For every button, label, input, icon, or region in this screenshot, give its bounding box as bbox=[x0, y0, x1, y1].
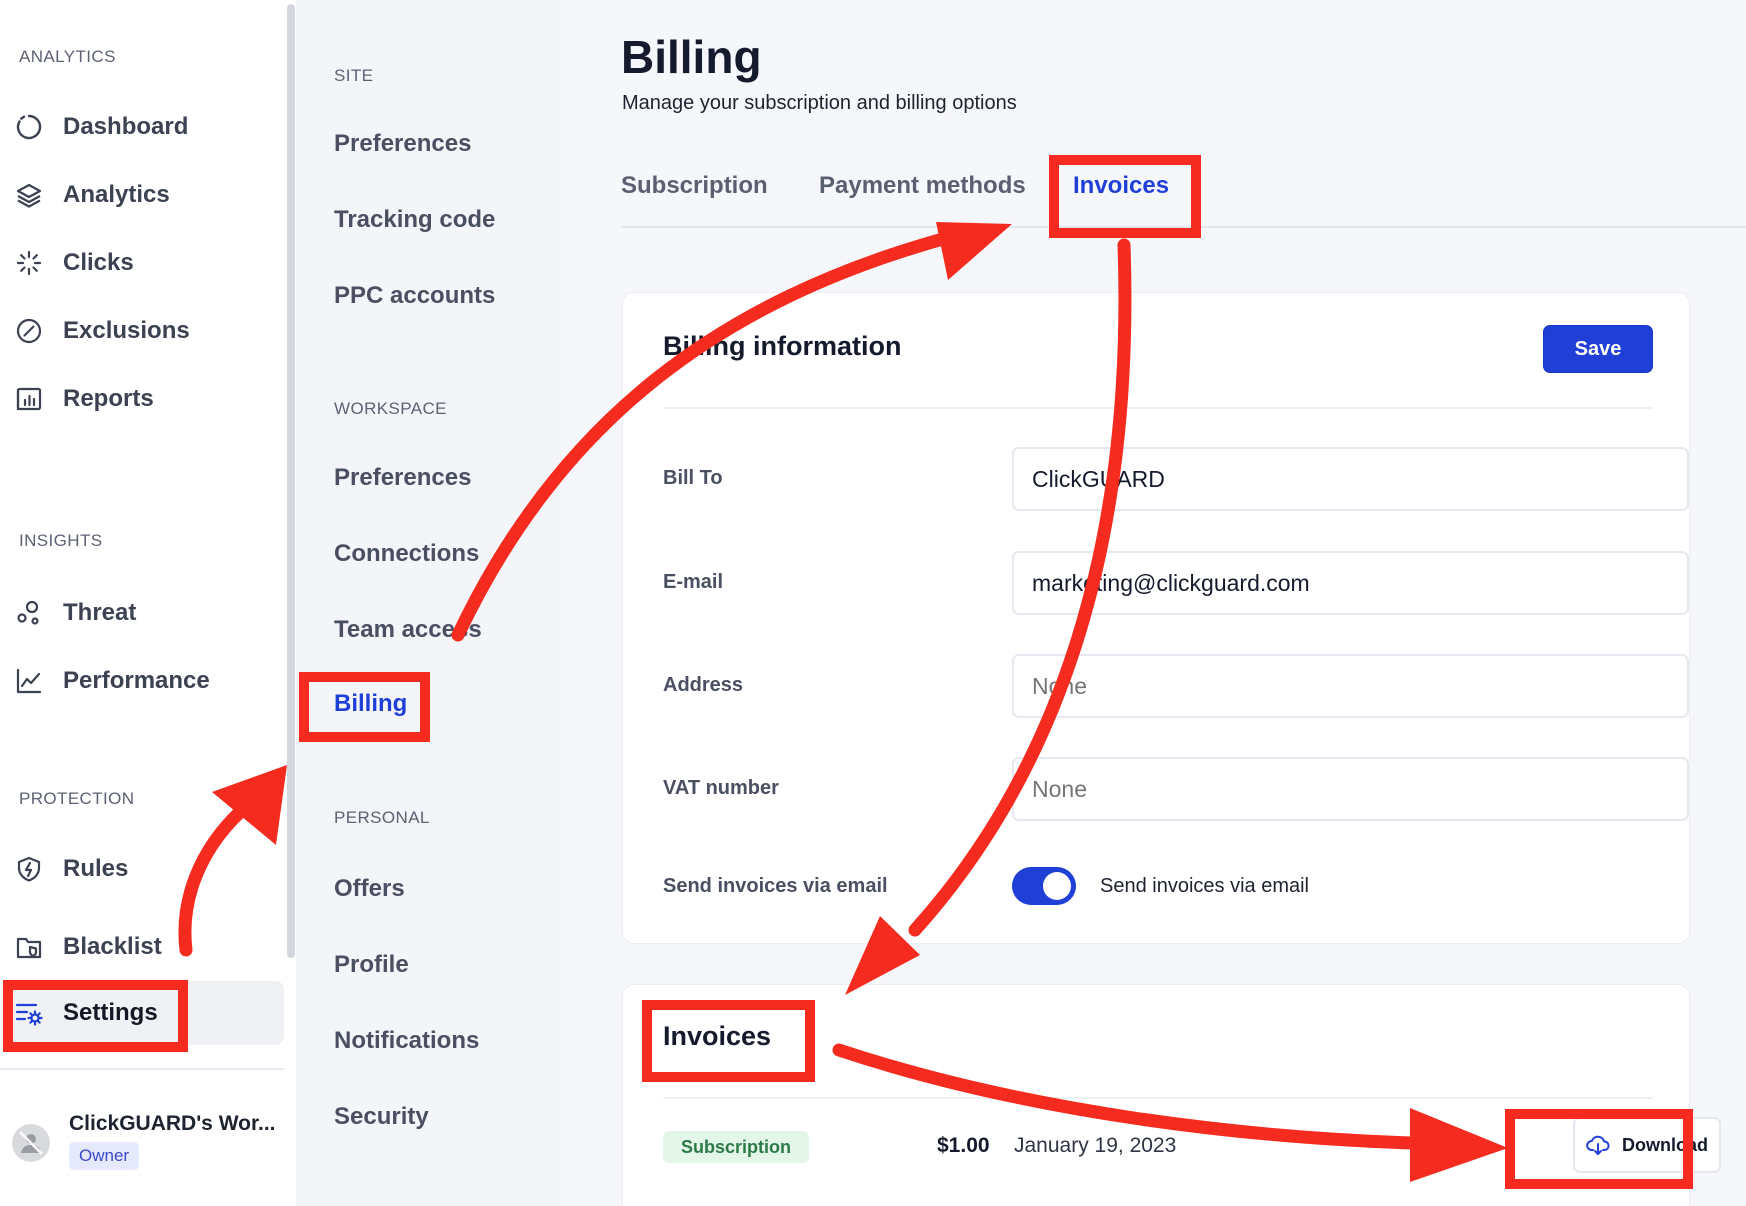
dashboard-icon bbox=[14, 112, 44, 142]
settings-nav-team-access[interactable]: Team access bbox=[334, 616, 482, 644]
settings-nav-offers[interactable]: Offers bbox=[334, 875, 405, 903]
sidebar-item-label: Analytics bbox=[63, 181, 170, 208]
bill-to-field[interactable] bbox=[1012, 447, 1689, 511]
settings-nav: SITE Preferences Tracking code PPC accou… bbox=[296, 0, 562, 1206]
sidebar-divider bbox=[0, 1068, 284, 1070]
settings-nav-profile[interactable]: Profile bbox=[334, 951, 409, 979]
address-label: Address bbox=[663, 674, 744, 696]
card-divider bbox=[663, 407, 1653, 409]
threat-icon bbox=[14, 598, 44, 628]
sidebar-item-dashboard[interactable]: Dashboard bbox=[14, 101, 284, 153]
download-invoice-button[interactable]: Download bbox=[1573, 1117, 1721, 1173]
address-field[interactable] bbox=[1012, 654, 1689, 718]
sidebar-item-label: Performance bbox=[63, 667, 210, 694]
billing-tabs: Subscription Payment methods Invoices bbox=[621, 172, 1746, 228]
sidebar-item-label: Exclusions bbox=[63, 317, 190, 344]
sidebar-item-performance[interactable]: Performance bbox=[14, 655, 284, 707]
email-field[interactable] bbox=[1012, 551, 1689, 615]
send-invoices-toggle-label: Send invoices via email bbox=[1100, 875, 1309, 897]
section-label-workspace: WORKSPACE bbox=[334, 399, 447, 418]
settings-icon bbox=[14, 998, 44, 1028]
sidebar-item-threat[interactable]: Threat bbox=[14, 587, 284, 639]
blacklist-icon bbox=[14, 932, 44, 962]
sidebar-item-label: Clicks bbox=[63, 249, 134, 276]
sidebar-item-exclusions[interactable]: Exclusions bbox=[14, 305, 284, 357]
section-label-protection: PROTECTION bbox=[19, 789, 135, 808]
invoices-card: Invoices Subscription $1.00 January 19, … bbox=[622, 984, 1721, 1206]
clicks-icon bbox=[14, 248, 44, 278]
exclusions-icon bbox=[14, 316, 44, 346]
reports-icon bbox=[14, 384, 44, 414]
sidebar-item-label: Threat bbox=[63, 599, 137, 626]
invoice-amount: $1.00 bbox=[937, 1134, 990, 1157]
sidebar-item-rules[interactable]: Rules bbox=[14, 843, 284, 895]
send-invoices-label: Send invoices via email bbox=[663, 875, 888, 897]
bill-to-label: Bill To bbox=[663, 467, 723, 489]
tab-invoices[interactable]: Invoices bbox=[1073, 172, 1169, 200]
billing-information-card: Billing information Save Bill To E-mail … bbox=[622, 292, 1690, 944]
workspace-role-badge: Owner bbox=[69, 1142, 140, 1170]
sidebar-item-settings[interactable]: Settings bbox=[6, 981, 284, 1045]
settings-nav-billing[interactable]: Billing bbox=[334, 690, 407, 718]
workspace-avatar[interactable] bbox=[12, 1124, 50, 1162]
section-label-personal: PERSONAL bbox=[334, 808, 430, 827]
sidebar-item-label: Dashboard bbox=[63, 113, 189, 140]
performance-icon bbox=[14, 666, 44, 696]
page-subtitle: Manage your subscription and billing opt… bbox=[622, 92, 1017, 114]
settings-nav-connections[interactable]: Connections bbox=[334, 540, 479, 568]
sidebar-item-analytics[interactable]: Analytics bbox=[14, 169, 284, 221]
vat-number-field[interactable] bbox=[1012, 757, 1689, 821]
settings-nav-ppc-accounts[interactable]: PPC accounts bbox=[334, 282, 495, 310]
section-label-insights: INSIGHTS bbox=[19, 531, 103, 550]
billing-information-title: Billing information bbox=[663, 331, 902, 361]
sidebar-item-label: Rules bbox=[63, 855, 129, 882]
section-label-site: SITE bbox=[334, 66, 374, 85]
sidebar-item-blacklist[interactable]: Blacklist bbox=[14, 921, 284, 973]
main-content: Billing Manage your subscription and bil… bbox=[562, 0, 1746, 1206]
settings-nav-tracking-code[interactable]: Tracking code bbox=[334, 206, 495, 234]
card-divider bbox=[663, 1097, 1653, 1099]
sidebar-item-label: Settings bbox=[63, 999, 158, 1026]
send-invoices-toggle[interactable] bbox=[1012, 867, 1076, 905]
main-sidebar: ANALYTICS Dashboard Analytics Clicks Exc… bbox=[0, 0, 296, 1206]
section-label-analytics: ANALYTICS bbox=[19, 47, 116, 66]
sidebar-item-clicks[interactable]: Clicks bbox=[14, 237, 284, 289]
settings-nav-site-preferences[interactable]: Preferences bbox=[334, 130, 471, 158]
tab-payment-methods[interactable]: Payment methods bbox=[819, 172, 1026, 200]
page-title: Billing bbox=[621, 31, 762, 83]
settings-nav-security[interactable]: Security bbox=[334, 1103, 429, 1131]
settings-nav-workspace-preferences[interactable]: Preferences bbox=[334, 464, 471, 492]
download-label: Download bbox=[1622, 1134, 1708, 1155]
save-button[interactable]: Save bbox=[1543, 325, 1653, 373]
vat-number-label: VAT number bbox=[663, 777, 779, 799]
invoice-type-badge: Subscription bbox=[663, 1131, 810, 1163]
sidebar-item-reports[interactable]: Reports bbox=[14, 373, 284, 425]
workspace-name[interactable]: ClickGUARD's Wor... bbox=[69, 1112, 275, 1136]
sidebar-item-label: Reports bbox=[63, 385, 154, 412]
shield-icon bbox=[14, 854, 44, 884]
tab-subscription[interactable]: Subscription bbox=[621, 172, 768, 200]
layers-icon bbox=[14, 180, 44, 210]
invoice-date: January 19, 2023 bbox=[1014, 1134, 1177, 1157]
email-label: E-mail bbox=[663, 571, 724, 593]
sidebar-scrollbar[interactable] bbox=[287, 4, 295, 958]
sidebar-item-label: Blacklist bbox=[63, 933, 162, 960]
settings-nav-notifications[interactable]: Notifications bbox=[334, 1027, 479, 1055]
toggle-knob bbox=[1043, 872, 1071, 900]
cloud-download-icon bbox=[1586, 1134, 1610, 1156]
invoices-title: Invoices bbox=[663, 1021, 772, 1051]
